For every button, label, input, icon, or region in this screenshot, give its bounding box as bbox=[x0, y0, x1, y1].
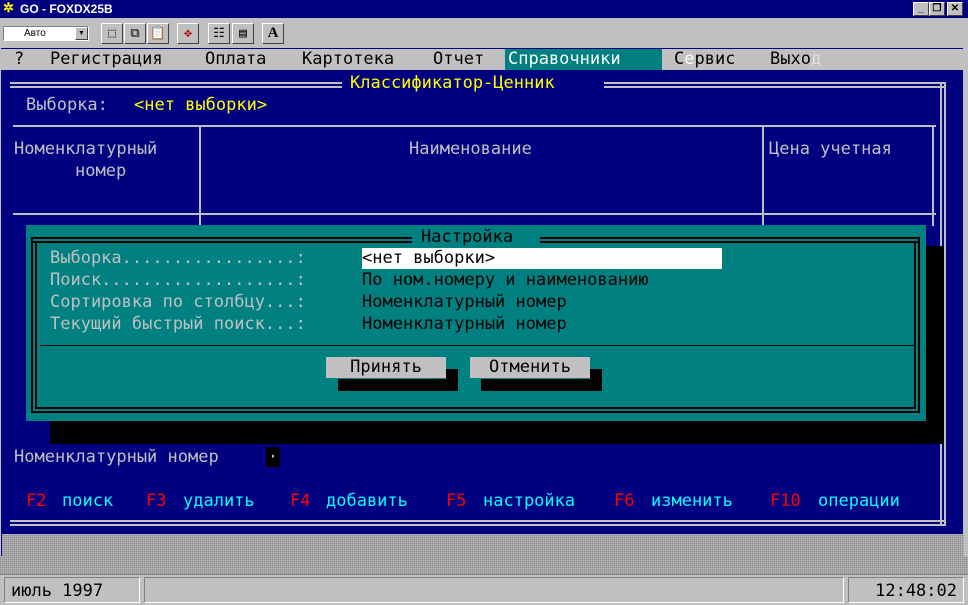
menu-exit-part: Выхо bbox=[770, 49, 811, 69]
chevron-down-icon[interactable]: ▼ bbox=[75, 27, 88, 40]
dialog-frame-right bbox=[918, 237, 920, 413]
frame-top-left-inner bbox=[10, 86, 342, 88]
selection-value: <нет выборки> bbox=[134, 95, 268, 115]
column-header-name[interactable]: Наименование bbox=[409, 139, 532, 159]
dialog-title: Настройка bbox=[421, 227, 514, 247]
column-header-price[interactable]: Цена учетная bbox=[769, 139, 892, 159]
menu-registration[interactable]: Регистрация bbox=[47, 49, 166, 70]
table-header-rule bbox=[13, 213, 936, 215]
dialog-frame-top-right bbox=[540, 237, 920, 239]
menu-references[interactable]: Справочники bbox=[505, 49, 662, 70]
cancel-button-shadow-side bbox=[590, 369, 602, 391]
sort-column-value[interactable]: Номенклатурный номер bbox=[362, 292, 567, 312]
fkey-f4-label[interactable]: добавить bbox=[326, 491, 408, 511]
menu-service[interactable]: Сервис bbox=[671, 49, 738, 70]
accept-button-shadow-side bbox=[446, 369, 458, 391]
toolbar: Авто ▼ ⬚ ⧉ 📋 ✥ ☷ ▤ A bbox=[0, 19, 968, 48]
window-title: GO - FOXDX25B bbox=[20, 2, 113, 16]
console-padding-inner bbox=[2, 534, 964, 556]
accept-button[interactable]: Принять bbox=[326, 357, 446, 378]
dialog-frame-top-left-inner bbox=[32, 241, 412, 243]
dialog-separator bbox=[40, 345, 914, 346]
app-icon: ✲ bbox=[3, 0, 14, 15]
quick-search-value[interactable]: Номенклатурный номер bbox=[362, 314, 567, 334]
column-header-number-line2: номер bbox=[75, 161, 127, 181]
frame-right-outer bbox=[944, 82, 946, 524]
close-button[interactable]: ✕ bbox=[947, 2, 963, 16]
mark-icon[interactable]: ⬚ bbox=[101, 23, 123, 44]
frame-top-right-inner bbox=[604, 86, 944, 88]
menu-exit-hotkey: д bbox=[810, 49, 822, 69]
fkey-f2-label[interactable]: поиск bbox=[62, 491, 113, 511]
restore-button[interactable]: ❐ bbox=[929, 2, 945, 16]
frame-bottom-outer bbox=[10, 524, 946, 526]
paste-icon[interactable]: 📋 bbox=[147, 23, 169, 44]
fkey-f10[interactable]: F10 bbox=[770, 491, 801, 511]
dialog-frame-left bbox=[31, 237, 33, 413]
fkey-f4[interactable]: F4 bbox=[290, 491, 310, 511]
properties-icon[interactable]: ☷ bbox=[208, 23, 230, 44]
dialog-frame-left-inner bbox=[35, 241, 37, 409]
dialog-frame-top-left bbox=[32, 237, 412, 239]
window-title-bar: ✲ GO - FOXDX25B _ ❐ ✕ bbox=[0, 0, 968, 18]
table-top-rule bbox=[13, 125, 936, 127]
fkey-f6-label[interactable]: изменить bbox=[651, 491, 733, 511]
setting-label-sort: Сортировка по столбцу...: bbox=[50, 292, 306, 312]
cancel-button-shadow bbox=[481, 379, 602, 391]
menu-help[interactable]: ? bbox=[11, 49, 27, 70]
fkey-f3-label[interactable]: удалить bbox=[183, 491, 255, 511]
frame-top-left bbox=[10, 82, 342, 84]
minimize-button[interactable]: _ bbox=[913, 2, 929, 16]
status-message bbox=[144, 577, 844, 603]
status-bar: июль 1997 12:48:02 bbox=[0, 574, 968, 605]
font-size-select[interactable]: Авто ▼ bbox=[3, 26, 89, 41]
selection-input[interactable]: <нет выборки> bbox=[362, 248, 722, 269]
window-caption: Классификатор-Ценник bbox=[350, 73, 555, 93]
table-col-divider-1 bbox=[199, 126, 201, 226]
menu-service-hotkey: е bbox=[684, 49, 695, 69]
menu-payment[interactable]: Оплата bbox=[202, 49, 269, 70]
fkey-f6[interactable]: F6 bbox=[614, 491, 634, 511]
dialog-frame-bottom bbox=[31, 411, 920, 413]
copy-icon[interactable]: ⧉ bbox=[124, 23, 146, 44]
menu-service-part: С bbox=[674, 49, 685, 69]
background-icon[interactable]: ▤ bbox=[232, 23, 254, 44]
quick-search-input[interactable]: · bbox=[266, 447, 280, 467]
table-col-divider-2 bbox=[762, 126, 764, 226]
menu-report[interactable]: Отчет bbox=[430, 49, 487, 70]
fkey-f2[interactable]: F2 bbox=[26, 491, 46, 511]
fkey-f3[interactable]: F3 bbox=[146, 491, 166, 511]
menu-exit[interactable]: Выход bbox=[767, 49, 824, 70]
selection-label: Выборка: bbox=[26, 95, 108, 115]
setting-label-quick-search: Текущий быстрый поиск...: bbox=[50, 314, 306, 334]
column-header-number[interactable]: Номенклатурный bbox=[14, 139, 157, 159]
menu-service-rest: рвис bbox=[694, 49, 736, 69]
frame-top-right bbox=[604, 82, 944, 84]
font-size-value: Авто bbox=[24, 28, 46, 39]
menu-bar: ? Регистрация Оплата Картотека Отчет Спр… bbox=[1, 49, 963, 70]
setting-label-selection: Выборка.................: bbox=[50, 248, 306, 268]
fullscreen-icon[interactable]: ✥ bbox=[177, 23, 199, 44]
fkey-f5-label[interactable]: настройка bbox=[483, 491, 575, 511]
search-mode-value[interactable]: По ном.номеру и наименованию bbox=[362, 270, 649, 290]
dialog-frame-bottom-inner bbox=[35, 407, 916, 409]
quick-search-label: Номенклатурный номер bbox=[14, 447, 219, 467]
frame-bottom bbox=[10, 520, 946, 522]
dialog-frame-right-inner bbox=[914, 241, 916, 409]
font-button[interactable]: A bbox=[262, 23, 284, 44]
setting-label-search: Поиск...................: bbox=[50, 270, 306, 290]
fkey-f5[interactable]: F5 bbox=[446, 491, 466, 511]
status-clock: 12:48:02 bbox=[848, 577, 964, 603]
cancel-button[interactable]: Отменить bbox=[470, 357, 590, 378]
status-date: июль 1997 bbox=[4, 577, 140, 603]
accept-button-shadow bbox=[338, 379, 458, 391]
fkey-f10-label[interactable]: операции bbox=[818, 491, 900, 511]
menu-card-file[interactable]: Картотека bbox=[299, 49, 397, 70]
console-padding bbox=[0, 556, 968, 574]
dialog-frame-top-right-inner bbox=[540, 241, 920, 243]
table-col-divider-3 bbox=[932, 126, 934, 226]
